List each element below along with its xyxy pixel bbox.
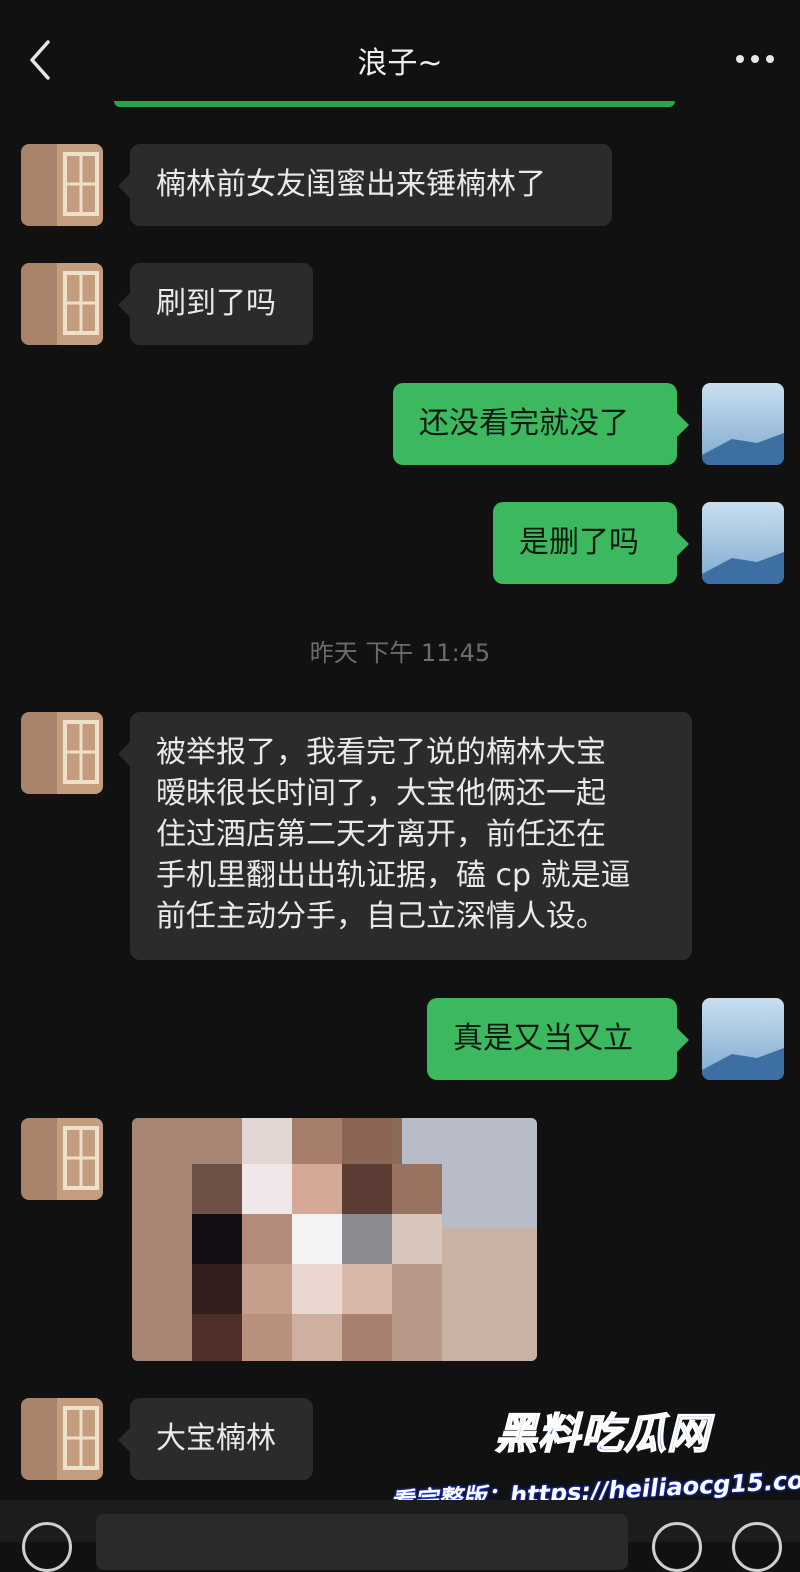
message-input[interactable]	[96, 1514, 628, 1570]
watermark-brand: 黑料吃瓜网	[494, 1408, 711, 1459]
my-avatar[interactable]	[702, 383, 784, 465]
contact-avatar[interactable]	[21, 712, 103, 794]
image-message-pixelated[interactable]	[132, 1118, 537, 1361]
more-button[interactable]	[730, 42, 780, 76]
message-bubble-incoming[interactable]: 刷到了吗	[118, 263, 313, 345]
chat-title: 浪子~	[357, 46, 443, 81]
avatar-image	[21, 1398, 103, 1480]
avatar-image	[702, 998, 784, 1080]
avatar-image	[702, 383, 784, 465]
avatar-image	[21, 263, 103, 345]
message-bubble-incoming-long[interactable]: 被举报了，我看完了说的楠林大宝 暧昧很长时间了，大宝他俩还一起 住过酒店第二天才…	[118, 712, 692, 960]
my-avatar[interactable]	[702, 998, 784, 1080]
pixelated-photo	[132, 1118, 537, 1361]
contact-avatar[interactable]	[21, 144, 103, 226]
message-line: 前任主动分手，自己立深情人设。	[156, 899, 606, 934]
message-line: 手机里翻出出轨证据，磕 cp 就是逼	[156, 858, 631, 893]
message-bubble-incoming[interactable]: 大宝楠林	[118, 1398, 313, 1480]
message-bubble-outgoing[interactable]: 是删了吗	[493, 502, 689, 584]
message-bubble-outgoing[interactable]: 还没看完就没了	[393, 383, 689, 465]
chat-timestamp: 昨天 下午 11:45	[309, 639, 491, 667]
message-line: 住过酒店第二天才离开，前任还在	[156, 817, 606, 852]
previous-message-bubble-edge	[114, 101, 675, 107]
avatar-image	[702, 502, 784, 584]
contact-avatar[interactable]	[21, 1398, 103, 1480]
avatar-image	[21, 144, 103, 226]
emoji-button[interactable]	[652, 1522, 702, 1572]
avatar-image	[21, 712, 103, 794]
message-bubble-outgoing[interactable]: 真是又当又立	[427, 998, 689, 1080]
chat-header: 浪子~	[0, 0, 800, 104]
voice-input-button[interactable]	[22, 1522, 72, 1572]
contact-avatar[interactable]	[21, 1118, 103, 1200]
my-avatar[interactable]	[702, 502, 784, 584]
message-line: 暧昧很长时间了，大宝他俩还一起	[156, 776, 606, 811]
ellipsis-icon	[736, 55, 774, 63]
avatar-image	[21, 1118, 103, 1200]
more-actions-button[interactable]	[732, 1522, 782, 1572]
message-bubble-incoming[interactable]: 楠林前女友闺蜜出来锤楠林了	[118, 144, 612, 226]
contact-avatar[interactable]	[21, 263, 103, 345]
message-line: 被举报了，我看完了说的楠林大宝	[156, 735, 606, 770]
